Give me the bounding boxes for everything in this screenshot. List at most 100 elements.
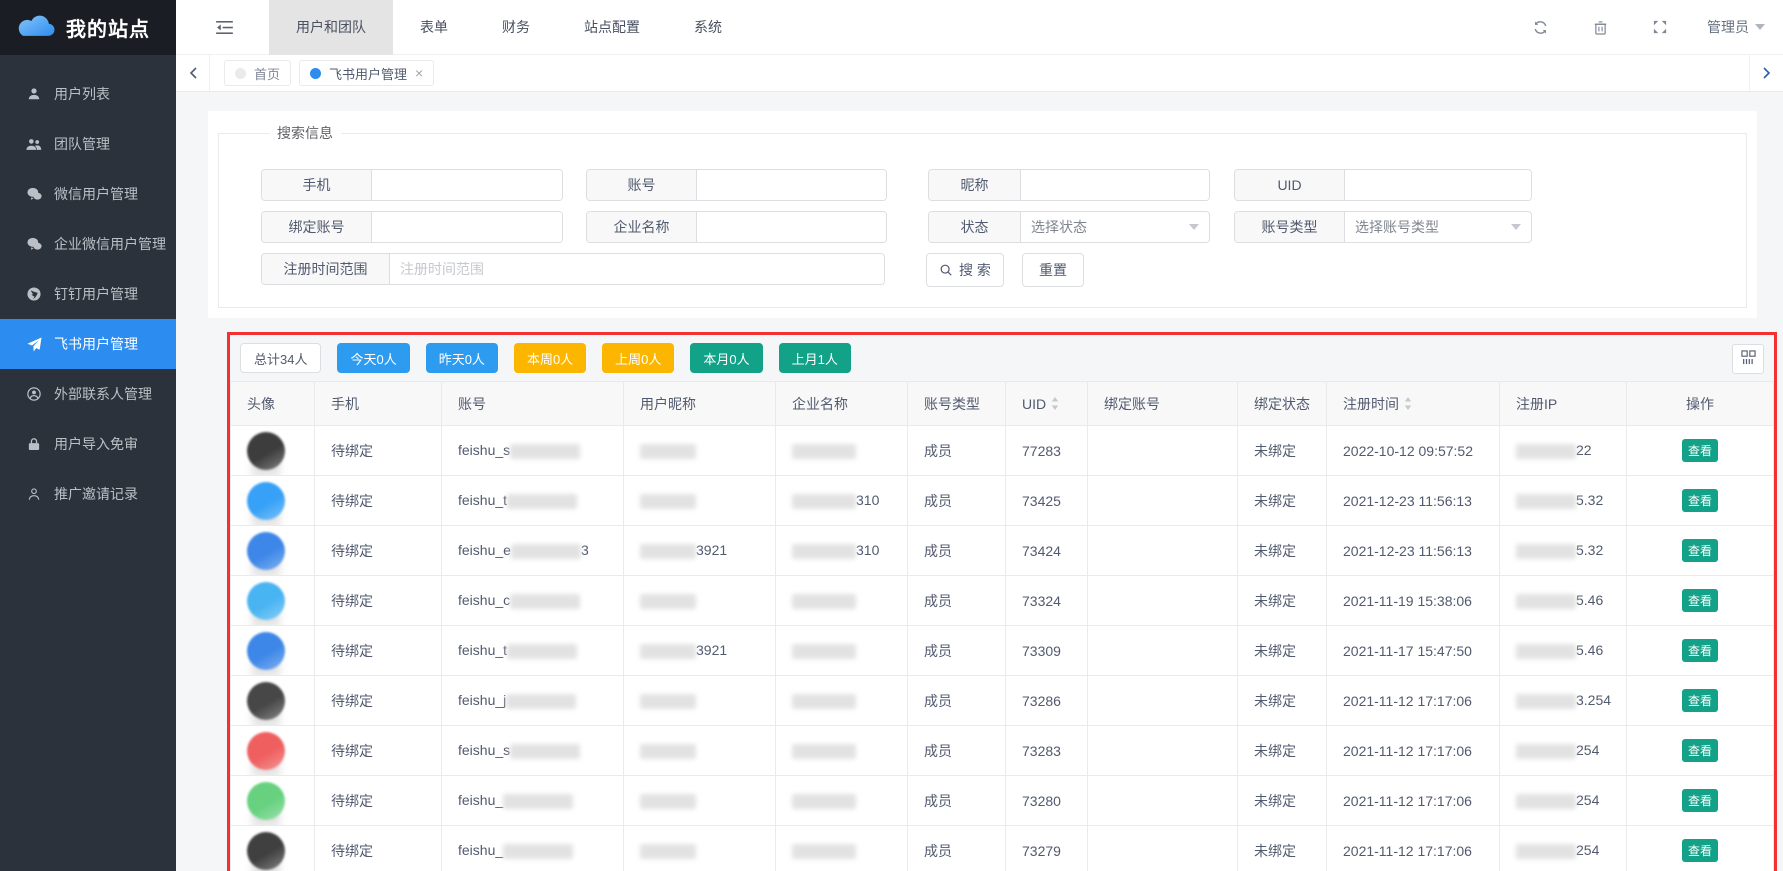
register-ip-suffix: 3.254 [1576,692,1611,708]
uid-input[interactable] [1345,170,1531,200]
action-cell: 查看 [1627,826,1774,871]
register-ip-suffix: 254 [1576,742,1599,758]
register-ip-suffix: 5.46 [1576,592,1603,608]
account-input[interactable] [697,170,886,200]
table-row: 待绑定feishu_成员73279未绑定2021-11-12 17:17:062… [231,826,1774,871]
stat-button-7[interactable]: 上月1人 [779,343,851,373]
top-header: 用户和团队表单财务站点配置系统 管理员 [176,0,1783,55]
tag-2[interactable]: 飞书用户管理× [299,60,434,86]
reset-button[interactable]: 重置 [1022,253,1084,287]
topnav-item-3[interactable]: 财务 [475,0,557,55]
stat-button-3[interactable]: 昨天0人 [426,343,498,373]
company-suffix: 310 [856,542,879,558]
user-table-section: 总计34人今天0人昨天0人本周0人上周0人本月0人上月1人 头像手机账号用户昵称… [227,332,1777,871]
bound-account-input[interactable] [372,212,562,242]
redacted-blur [792,444,856,459]
nickname-input[interactable] [1021,170,1209,200]
redacted-blur [1516,594,1576,609]
tag-dot-icon [310,68,321,79]
bind-status-cell: 未绑定 [1238,576,1327,626]
avatar [247,482,285,520]
account-cell: feishu_ [442,826,624,871]
view-button[interactable]: 查看 [1682,489,1718,512]
redacted-blur [1516,744,1576,759]
sidebar-item-5[interactable]: 钉钉用户管理 [0,269,176,319]
sidebar-item-8[interactable]: 用户导入免审 [0,419,176,469]
account-type-select-group: 账号类型 选择账号类型 [1234,211,1532,243]
sidebar-item-9[interactable]: 推广邀请记录 [0,469,176,519]
view-button[interactable]: 查看 [1682,789,1718,812]
lock-icon [24,437,44,451]
tags-scroll-right-icon[interactable] [1749,55,1783,91]
stat-button-5[interactable]: 上周0人 [602,343,674,373]
nickname-cell: 3921 [624,526,776,576]
stat-button-1[interactable]: 总计34人 [240,343,321,373]
topnav-item-1[interactable]: 用户和团队 [269,0,393,55]
view-button[interactable]: 查看 [1682,689,1718,712]
stat-button-2[interactable]: 今天0人 [337,343,409,373]
uid-cell: 73279 [1006,826,1088,871]
sidebar-item-6[interactable]: 飞书用户管理 [0,319,176,369]
view-button[interactable]: 查看 [1682,439,1718,462]
sidebar-item-4[interactable]: 企业微信用户管理 [0,219,176,269]
phone-input[interactable] [372,170,562,200]
company-cell [776,426,908,476]
search-button[interactable]: 搜 索 [926,253,1004,287]
company-input[interactable] [697,212,886,242]
account-type-value: 成员 [924,693,952,709]
admin-dropdown[interactable]: 管理员 [1707,17,1765,37]
account-cell: feishu_t [442,476,624,526]
sidebar-item-7[interactable]: 外部联系人管理 [0,369,176,419]
register-time-value: 2021-11-19 15:38:06 [1343,593,1472,609]
fullscreen-button[interactable] [1653,20,1667,35]
phone-cell: 待绑定 [315,526,442,576]
reset-button-label: 重置 [1039,260,1067,280]
view-button[interactable]: 查看 [1682,589,1718,612]
trash-icon [1594,20,1607,35]
account-type-select[interactable]: 选择账号类型 [1345,212,1531,242]
stat-button-4[interactable]: 本周0人 [514,343,586,373]
avatar [247,632,285,670]
tag-1[interactable]: 首页 [224,60,291,86]
avatar-image [247,732,285,770]
account-type-value: 成员 [924,443,952,459]
avatar-image [247,832,285,870]
column-header-1: 头像 [231,382,315,426]
page-content: 搜索信息 手机 账号 昵称 [176,92,1783,871]
redacted-blur [506,694,576,709]
column-header-label: 注册时间 [1343,396,1399,412]
view-button[interactable]: 查看 [1682,639,1718,662]
stat-button-6[interactable]: 本月0人 [690,343,762,373]
account-type-cell: 成员 [908,426,1006,476]
sidebar-item-3[interactable]: 微信用户管理 [0,169,176,219]
view-button[interactable]: 查看 [1682,739,1718,762]
register-time-cell: 2021-12-23 11:56:13 [1327,476,1500,526]
trash-button[interactable] [1594,20,1607,35]
sidebar-item-2[interactable]: 团队管理 [0,119,176,169]
tags-scroll-left-icon[interactable] [176,55,210,91]
column-header-7[interactable]: UID [1006,382,1088,426]
avatar-cell [231,726,315,776]
refresh-button[interactable] [1533,20,1548,35]
sidebar-item-label: 用户列表 [54,84,110,104]
redacted-blur [510,594,580,609]
column-header-10[interactable]: 注册时间 [1327,382,1500,426]
register-date-range-input[interactable] [390,254,884,284]
view-button[interactable]: 查看 [1682,839,1718,862]
dingtalk-icon [24,287,44,301]
avatar-cell [231,626,315,676]
status-select-group: 状态 选择状态 [928,211,1210,243]
topnav-item-4[interactable]: 站点配置 [557,0,667,55]
uid-value: 73286 [1022,693,1061,709]
view-button[interactable]: 查看 [1682,539,1718,562]
sidebar-item-1[interactable]: 用户列表 [0,69,176,119]
topnav-item-2[interactable]: 表单 [393,0,475,55]
menu-fold-icon[interactable] [216,21,233,34]
status-select[interactable]: 选择状态 [1021,212,1209,242]
register-time-value: 2021-11-12 17:17:06 [1343,743,1472,759]
close-icon[interactable]: × [415,66,423,80]
column-settings-button[interactable] [1732,344,1764,374]
account-type-select-placeholder: 选择账号类型 [1355,217,1439,237]
topnav-item-5[interactable]: 系统 [667,0,749,55]
refresh-icon [1533,20,1548,35]
